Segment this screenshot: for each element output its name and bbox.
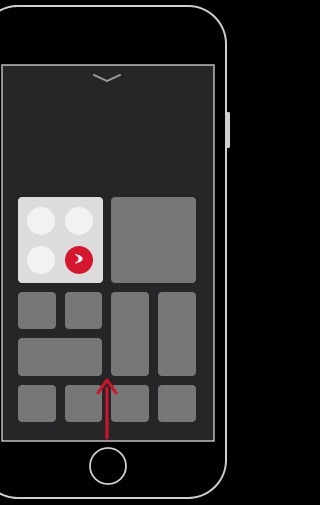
phone-illustration	[0, 5, 230, 499]
side-button	[226, 112, 230, 148]
control-tile-bottom-4[interactable]	[158, 385, 196, 422]
toggle-bottom-left[interactable]	[27, 246, 55, 274]
control-tile-bottom-3[interactable]	[111, 385, 149, 422]
control-tile-bottom-1[interactable]	[18, 385, 56, 422]
control-tile-wide[interactable]	[18, 338, 102, 376]
connectivity-panel	[18, 197, 103, 283]
toggle-top-left[interactable]	[27, 207, 55, 235]
toggle-top-right[interactable]	[65, 207, 93, 235]
illustration-stage	[0, 0, 286, 505]
home-button[interactable]	[89, 447, 127, 485]
brightness-slider-tile[interactable]	[111, 292, 149, 376]
volume-slider-tile[interactable]	[158, 292, 196, 376]
control-tile-small-1[interactable]	[18, 292, 56, 329]
bluetooth-toggle[interactable]	[65, 246, 93, 274]
media-tile[interactable]	[111, 197, 196, 283]
control-tile-bottom-2[interactable]	[65, 385, 102, 422]
control-tile-small-2[interactable]	[65, 292, 102, 329]
